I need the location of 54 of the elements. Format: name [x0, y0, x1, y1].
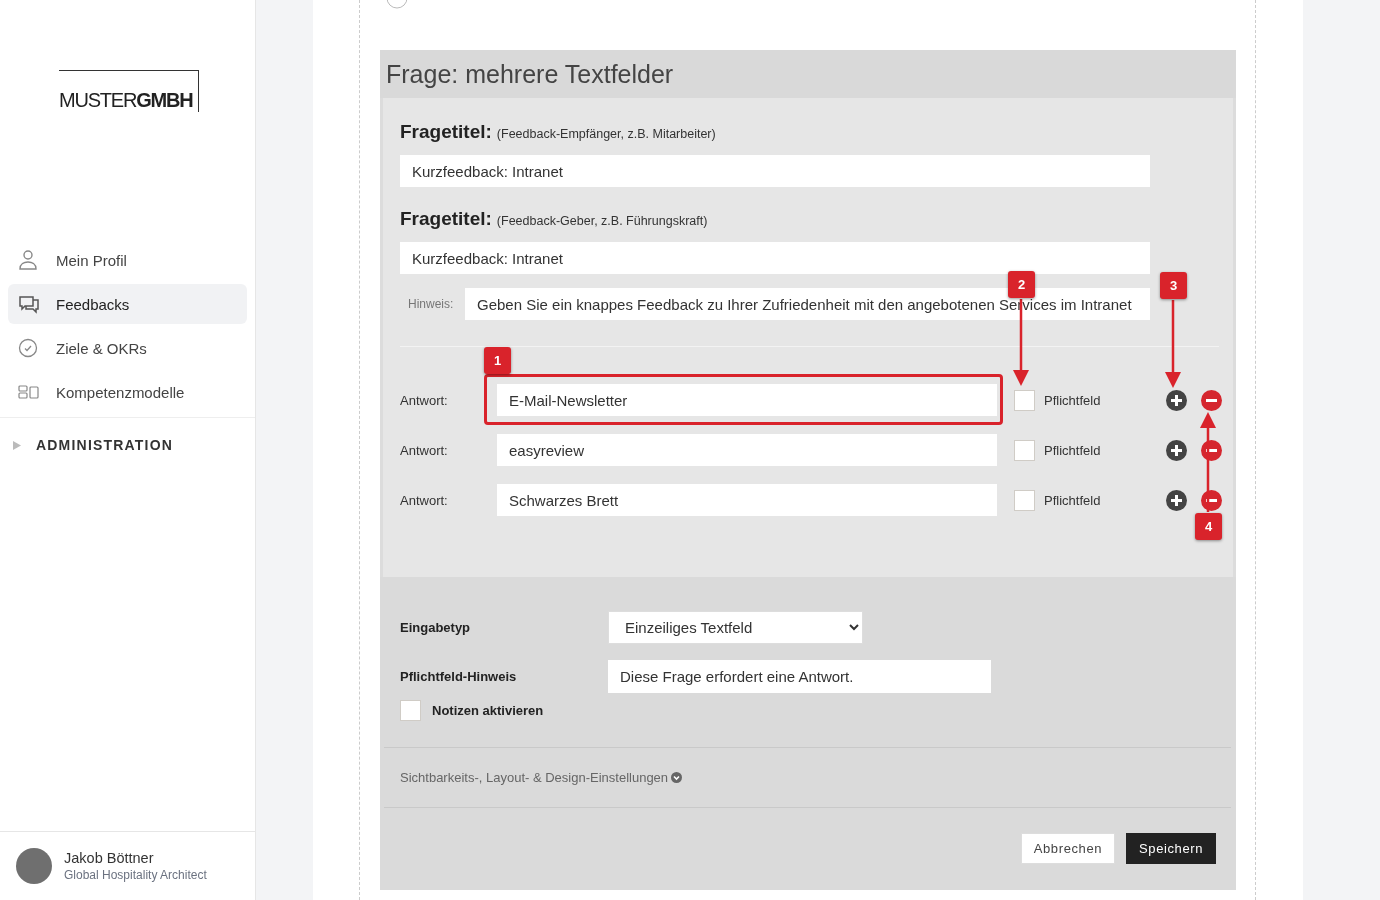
field-label: Eingabetyp: [400, 620, 472, 635]
answer-input-field[interactable]: E-Mail-Newsletter: [497, 384, 997, 416]
answer-label: Antwort:: [400, 392, 449, 408]
answer-input-field[interactable]: Schwarzes Brett: [497, 484, 997, 516]
answer-input-field[interactable]: easyreview: [497, 434, 997, 466]
answer-label: Antwort:: [400, 442, 449, 458]
blocks-icon: [18, 385, 40, 399]
step-badge: 3: [1160, 272, 1187, 299]
nav-item[interactable]: Ziele & OKRs: [8, 328, 247, 368]
field-hint: (Feedback-Empfänger, z.B. Mitarbeiter): [496, 127, 716, 141]
add-circle-icon[interactable]: [1166, 389, 1187, 411]
user-role: Global Hospitality Architect: [64, 868, 207, 882]
checkbox-label: Notizen aktivieren: [432, 703, 544, 718]
nav-item[interactable]: Feedbacks: [8, 284, 247, 324]
remove-circle-icon[interactable]: [1201, 489, 1222, 511]
notes-checkbox[interactable]: [400, 700, 421, 721]
checkbox-label: Pflichtfeld: [1044, 442, 1102, 458]
input-type-select[interactable]: Einzeiliges Textfeld: [608, 611, 863, 644]
field-label: Fragetitel:: [400, 121, 492, 143]
add-circle-icon[interactable]: [1166, 489, 1187, 511]
chat-bubbles-icon: [18, 294, 40, 314]
user-name: Jakob Böttner: [64, 850, 155, 866]
save-button[interactable]: Speichern: [1126, 833, 1216, 864]
chevron-down-icon[interactable]: [671, 772, 683, 783]
add-circle-icon[interactable]: [1166, 439, 1187, 461]
title-input-field[interactable]: Kurzfeedback: Intranet: [400, 155, 1150, 187]
card-title: Frage: mehrere Textfelder: [386, 59, 674, 89]
field-label: Pflichtfeld-Hinweis: [400, 669, 518, 684]
settings-link[interactable]: Sichtbarkeits-, Layout- & Design-Einstellungen: [400, 770, 669, 785]
person-icon: [18, 249, 38, 271]
required-checkbox[interactable]: [1014, 489, 1035, 511]
required-hint-input-field[interactable]: Diese Frage erfordert eine Antwort.: [608, 660, 991, 693]
radio-button[interactable]: [386, 0, 408, 9]
field-label: Fragetitel:: [400, 208, 492, 230]
required-checkbox[interactable]: [1014, 389, 1035, 411]
nav-item[interactable]: Mein Profil: [8, 240, 247, 280]
avatar: [16, 848, 52, 884]
cancel-button[interactable]: Abbrechen: [1020, 833, 1116, 864]
answer-label: Antwort:: [400, 492, 449, 508]
remove-circle-icon[interactable]: [1201, 389, 1222, 411]
hint-label: Hinweis:: [407, 297, 455, 311]
company-logo: MUSTERGMBH: [59, 70, 199, 112]
checkbox-label: Pflichtfeld: [1044, 492, 1102, 508]
step-badge: 1: [484, 347, 511, 374]
field-hint: (Feedback-Geber, z.B. Führungskraft): [496, 214, 708, 228]
section-heading[interactable]: ADMINISTRATION: [36, 437, 174, 453]
required-checkbox[interactable]: [1014, 439, 1035, 461]
check-circle-icon: [18, 338, 38, 358]
step-badge: 4: [1195, 513, 1222, 540]
step-badge: 2: [1008, 271, 1035, 298]
nav-item[interactable]: Kompetenzmodelle: [8, 372, 247, 412]
title-input-field[interactable]: Kurzfeedback: Intranet: [400, 242, 1150, 274]
checkbox-label: Pflichtfeld: [1044, 392, 1102, 408]
remove-circle-icon[interactable]: [1201, 439, 1222, 461]
